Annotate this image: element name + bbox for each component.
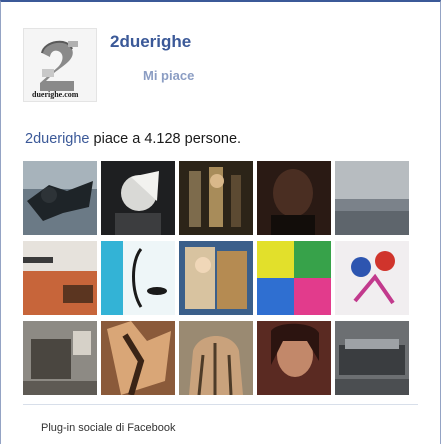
- page-header: duerighe.com 2duerighe Mi piace: [23, 28, 413, 103]
- fan-avatar[interactable]: [335, 321, 409, 395]
- fan-avatar[interactable]: [335, 161, 409, 235]
- page-logo-image: duerighe.com: [24, 29, 96, 101]
- fan-avatar[interactable]: [257, 161, 331, 235]
- fan-avatar[interactable]: [179, 161, 253, 235]
- page-name-link[interactable]: 2duerighe: [110, 32, 191, 52]
- like-count-text: 2duerighe piace a 4.128 persone.: [25, 131, 241, 147]
- footer-divider: [23, 404, 418, 405]
- fan-avatar[interactable]: [179, 241, 253, 315]
- like-button-label: Mi piace: [143, 68, 195, 83]
- fan-avatar[interactable]: [257, 241, 331, 315]
- fan-avatar[interactable]: [179, 321, 253, 395]
- page-logo[interactable]: duerighe.com: [23, 28, 97, 102]
- fan-avatar[interactable]: [101, 161, 175, 235]
- fan-avatar[interactable]: [101, 321, 175, 395]
- like-count-label: piace a 4.128 persone.: [89, 131, 242, 147]
- facebook-like-box: duerighe.com 2duerighe Mi piace 2duerigh…: [0, 0, 441, 444]
- like-button[interactable]: Mi piace: [110, 63, 220, 89]
- footer-text: Plug-in sociale di Facebook: [41, 422, 176, 434]
- fan-avatar[interactable]: [101, 241, 175, 315]
- fan-avatar[interactable]: [257, 321, 331, 395]
- fan-avatar[interactable]: [23, 241, 97, 315]
- like-count-page-link[interactable]: 2duerighe: [25, 131, 90, 147]
- fan-avatar[interactable]: [23, 161, 97, 235]
- fan-faces-grid: [23, 161, 409, 399]
- logo-wordmark: duerighe.com: [32, 90, 79, 99]
- fan-avatar[interactable]: [23, 321, 97, 395]
- fan-avatar[interactable]: [335, 241, 409, 315]
